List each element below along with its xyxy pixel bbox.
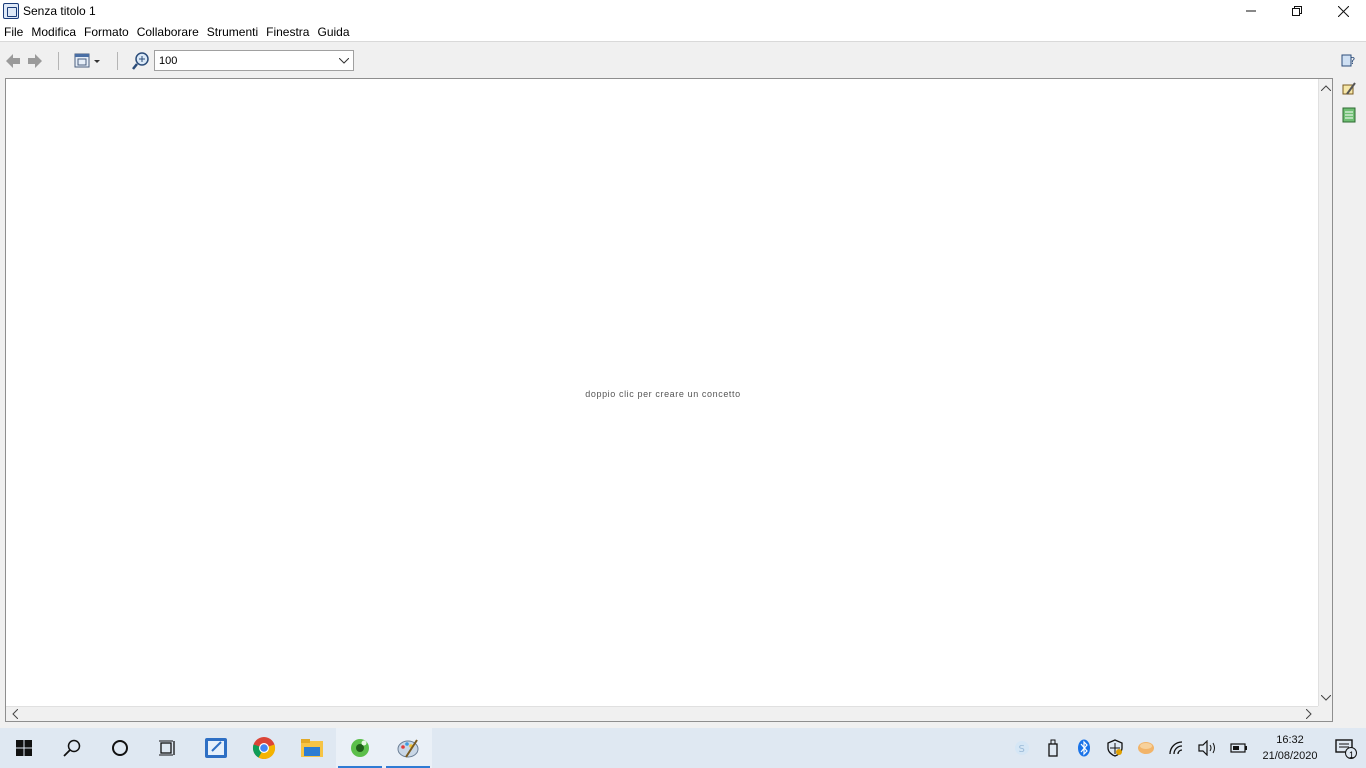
back-arrow-icon — [6, 53, 20, 68]
toolbar-separator — [58, 51, 59, 70]
vertical-scrollbar[interactable] — [1318, 79, 1332, 707]
scroll-right-arrow[interactable] — [1302, 707, 1316, 721]
styles-icon[interactable] — [1341, 81, 1357, 97]
taskbar-notes-app[interactable] — [192, 728, 240, 768]
app-tray-icon — [1137, 742, 1154, 754]
taskbar-paint[interactable] — [384, 728, 432, 768]
system-tray: S 16:32 21/08/2020 1 — [1006, 728, 1366, 768]
menu-collaborare[interactable]: Collaborare — [133, 22, 203, 42]
volume-icon — [1197, 740, 1215, 756]
tray-skype[interactable]: S — [1006, 728, 1037, 768]
cmaptools-icon — [351, 739, 369, 757]
chevron-left-icon — [12, 709, 18, 719]
scroll-up-arrow[interactable] — [1319, 81, 1333, 95]
toolbar-separator-2 — [117, 51, 118, 70]
taskbar-cmaptools[interactable] — [336, 728, 384, 768]
menu-strumenti[interactable]: Strumenti — [203, 22, 262, 42]
close-icon — [1337, 5, 1349, 17]
paint-icon — [397, 739, 419, 758]
usb-drive-icon — [1047, 739, 1058, 757]
shield-icon — [1106, 739, 1123, 757]
zoom-icon — [132, 51, 149, 70]
tray-security[interactable] — [1099, 728, 1130, 768]
taskbar: S 16:32 21/08/2020 1 — [0, 728, 1366, 768]
clock-time: 16:32 — [1276, 734, 1304, 746]
menu-guida[interactable]: Guida — [313, 22, 353, 42]
zoom-combobox[interactable]: 100 — [154, 50, 354, 71]
clock[interactable]: 16:32 21/08/2020 — [1254, 732, 1326, 764]
cortana-button[interactable] — [96, 728, 144, 768]
view-options-icon — [74, 53, 100, 67]
scroll-left-arrow[interactable] — [8, 707, 22, 721]
canvas-hint: doppio clic per creare un concetto — [585, 389, 741, 399]
concept-map-canvas[interactable]: doppio clic per creare un concetto — [5, 78, 1333, 722]
tray-bluetooth[interactable] — [1068, 728, 1099, 768]
search-button[interactable] — [48, 728, 96, 768]
scroll-down-arrow[interactable] — [1319, 691, 1333, 705]
taskbar-file-explorer[interactable] — [288, 728, 336, 768]
notes-icon — [205, 738, 227, 758]
chevron-up-icon — [1321, 85, 1331, 91]
window-title: Senza titolo 1 — [23, 4, 96, 18]
menu-modifica[interactable]: Modifica — [27, 22, 80, 42]
menu-finestra[interactable]: Finestra — [262, 22, 313, 42]
forward-arrow-icon — [28, 53, 42, 68]
chevron-down-icon — [1321, 695, 1331, 701]
svg-text:?: ? — [1350, 56, 1355, 67]
menu-bar: File Modifica Formato Collaborare Strume… — [0, 22, 1366, 42]
clock-date: 21/08/2020 — [1262, 750, 1318, 762]
zoom-button[interactable] — [132, 51, 150, 70]
notification-count: 1 — [1348, 750, 1354, 760]
battery-icon — [1229, 743, 1247, 753]
tray-battery[interactable] — [1223, 728, 1254, 768]
tray-volume[interactable] — [1192, 728, 1223, 768]
minimize-button[interactable] — [1228, 0, 1274, 22]
svg-text:S: S — [1018, 744, 1024, 755]
skype-icon: S — [1014, 741, 1029, 755]
close-button[interactable] — [1320, 0, 1366, 22]
restore-button[interactable] — [1274, 0, 1320, 22]
chevron-right-icon — [1306, 709, 1312, 719]
help-icon[interactable]: ? — [1341, 52, 1357, 68]
app-icon[interactable] — [3, 3, 19, 19]
minimize-icon — [1246, 10, 1256, 12]
outline-icon[interactable] — [1341, 107, 1357, 123]
menu-formato[interactable]: Formato — [80, 22, 133, 42]
bluetooth-icon — [1077, 739, 1090, 757]
start-icon — [16, 740, 32, 756]
title-bar: Senza titolo 1 — [0, 0, 1366, 22]
tray-app[interactable] — [1130, 728, 1161, 768]
cortana-icon — [112, 740, 128, 756]
view-options-button[interactable] — [73, 52, 103, 70]
side-palette: ? — [1332, 50, 1366, 130]
wifi-icon — [1168, 741, 1182, 755]
task-view-icon — [159, 740, 175, 756]
task-view-button[interactable] — [144, 728, 192, 768]
tray-usb[interactable] — [1037, 728, 1068, 768]
start-button[interactable] — [0, 728, 48, 768]
tray-wifi[interactable] — [1161, 728, 1192, 768]
horizontal-scrollbar[interactable] — [6, 706, 1318, 721]
action-center-button[interactable]: 1 — [1326, 728, 1366, 768]
window-controls — [1228, 0, 1366, 22]
forward-button[interactable] — [26, 52, 44, 70]
notification-icon — [1335, 739, 1357, 759]
scroll-corner — [1318, 706, 1332, 721]
taskbar-chrome[interactable] — [240, 728, 288, 768]
restore-icon — [1292, 6, 1302, 16]
menu-file[interactable]: File — [0, 22, 27, 42]
zoom-value: 100 — [159, 54, 178, 67]
chrome-icon — [252, 737, 276, 760]
toolbar: 100 — [0, 43, 1366, 78]
dropdown-chevron-icon[interactable] — [339, 57, 349, 64]
search-icon — [63, 739, 81, 757]
back-button[interactable] — [4, 52, 22, 70]
file-explorer-icon — [301, 739, 323, 757]
